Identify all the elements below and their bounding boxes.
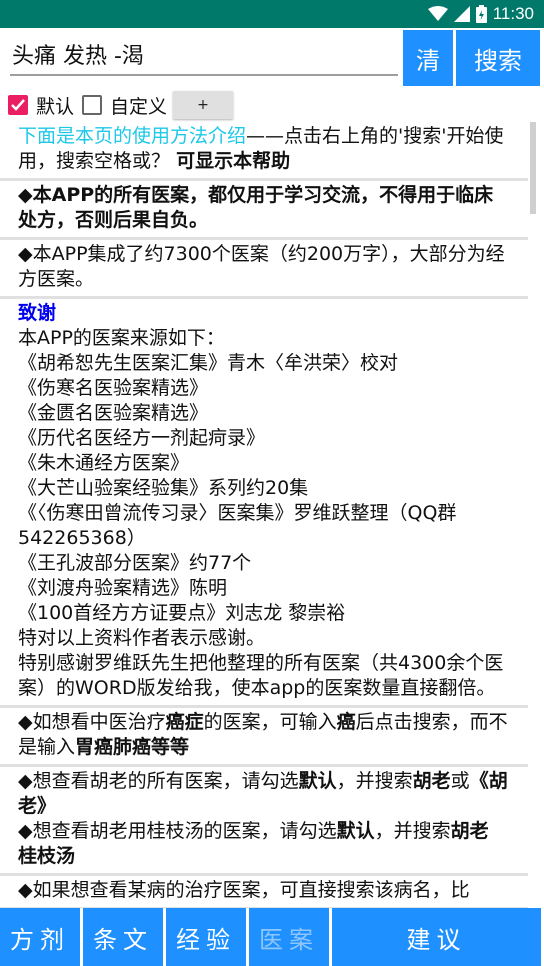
tip-keyword: 默认	[336, 820, 375, 842]
tip-hu-section: ◆想查看胡老的所有医案，请勾选默认，并搜索胡老或《胡老》 ◆想查看胡老用桂枝汤的…	[0, 767, 528, 876]
tip-keyword: 癌症	[165, 711, 204, 733]
source-item: 《王孔波部分医案》约77个	[18, 552, 252, 574]
wifi-icon	[427, 6, 448, 21]
tip-disease-section: ◆如果想查看某病的治疗医案，可直接搜索该病名，比	[0, 876, 528, 908]
tip-keyword: 默认	[298, 770, 337, 792]
status-icons: 11:30	[427, 4, 534, 24]
scrollbar[interactable]	[530, 122, 536, 214]
tip-text: ◆想查看胡老的所有医案，请勾选	[18, 770, 299, 792]
custom-label[interactable]: 自定义	[110, 92, 167, 119]
tip-text: 或	[450, 770, 470, 792]
default-label[interactable]: 默认	[36, 92, 74, 119]
sources-intro: 本APP的医案来源如下：	[18, 327, 225, 349]
add-button[interactable]: +	[173, 91, 234, 119]
help-content[interactable]: 下面是本页的使用方法介绍——点击右上角的'搜索'开始使用，搜索空格或？ 可显示本…	[0, 122, 528, 908]
source-item: 《100首经方方证要点》刘志龙 黎崇裕	[18, 602, 346, 624]
search-input[interactable]	[10, 34, 398, 76]
collection-section: ◆本APP集成了约7300个医案（约200万字），大部分为经方医案。	[0, 240, 528, 299]
tip-text: ◆如想看中医治疗	[18, 711, 166, 733]
tab-experience[interactable]: 经验	[166, 908, 246, 966]
search-button[interactable]: 搜索	[456, 30, 540, 86]
source-item: 《历代名医经方一剂起疴录》	[18, 427, 266, 449]
tab-clauses[interactable]: 条文	[83, 908, 163, 966]
battery-icon	[475, 5, 487, 23]
disclaimer-section: ◆本APP的所有医案，都仅用于学习交流，不得用于临床处方，否则后果自负。	[0, 181, 528, 240]
thanks-title: 致谢	[18, 302, 57, 324]
tab-suggestions[interactable]: 建议	[332, 908, 541, 966]
source-item: 《胡希恕先生医案汇集》青木〈牟洪荣〉校对	[18, 352, 399, 374]
tip-keyword: 胡老	[412, 770, 451, 792]
source-item: 《朱木通经方医案》	[18, 452, 190, 474]
tip-cancer-section: ◆如想看中医治疗癌症的医案，可输入癌后点击搜索，而不是输入胃癌肺癌等等	[0, 708, 528, 767]
thanks-special: 特别感谢罗维跃先生把他整理的所有医案（共4300余个医案）的WORD版发给我，使…	[18, 652, 504, 699]
clear-button[interactable]: 清	[403, 30, 453, 86]
bottom-tab-bar: 方剂 条文 经验 医案 建议	[0, 908, 544, 966]
tip-text: 的医案，可输入	[203, 711, 337, 733]
thanks-authors: 特对以上资料作者表示感谢。	[18, 627, 266, 649]
disclaimer-text: ◆本APP的所有医案，都仅用于学习交流，不得用于临床处方，否则后果自负。	[18, 184, 494, 231]
source-item: 《刘渡舟验案精选》陈明	[18, 577, 228, 599]
default-checkbox[interactable]	[8, 95, 28, 115]
intro-bold: 可显示本帮助	[176, 150, 291, 172]
source-item: 《〈伤寒田曾流传习录〉医案集》罗维跃整理（QQ群542265368）	[18, 502, 457, 549]
status-bar: 11:30	[0, 0, 544, 28]
status-time: 11:30	[492, 4, 534, 23]
tip-text: ◆如果想查看某病的治疗医案，可直接搜索该病名，比	[18, 879, 470, 901]
search-row: 清 搜索	[0, 28, 544, 86]
options-row: 默认 自定义 +	[0, 88, 544, 122]
collection-text: ◆本APP集成了约7300个医案（约200万字），大部分为经方医案。	[18, 243, 505, 290]
intro-link[interactable]: 下面是本页的使用方法介绍	[18, 125, 246, 147]
thanks-section: 致谢 本APP的医案来源如下： 《胡希恕先生医案汇集》青木〈牟洪荣〉校对 《伤寒…	[0, 299, 528, 708]
custom-checkbox[interactable]	[82, 95, 103, 115]
source-item: 《大芒山验案经验集》系列约20集	[18, 477, 309, 499]
tab-formulas[interactable]: 方剂	[0, 908, 80, 966]
checkmark-icon	[11, 99, 25, 111]
intro-section: 下面是本页的使用方法介绍——点击右上角的'搜索'开始使用，搜索空格或？ 可显示本…	[0, 122, 528, 181]
tip-text: ◆想查看胡老用桂枝汤的医案，请勾选	[18, 820, 337, 842]
tip-keyword: 胃癌肺癌等等	[75, 736, 190, 758]
tip-text: ，并搜索	[374, 820, 451, 842]
signal-icon	[453, 6, 470, 22]
source-item: 《金匮名医验案精选》	[18, 402, 209, 424]
tip-keyword: 癌	[336, 711, 356, 733]
tip-text: ，并搜索	[336, 770, 413, 792]
tab-cases[interactable]: 医案	[249, 908, 329, 966]
source-item: 《伤寒名医验案精选》	[18, 377, 209, 399]
